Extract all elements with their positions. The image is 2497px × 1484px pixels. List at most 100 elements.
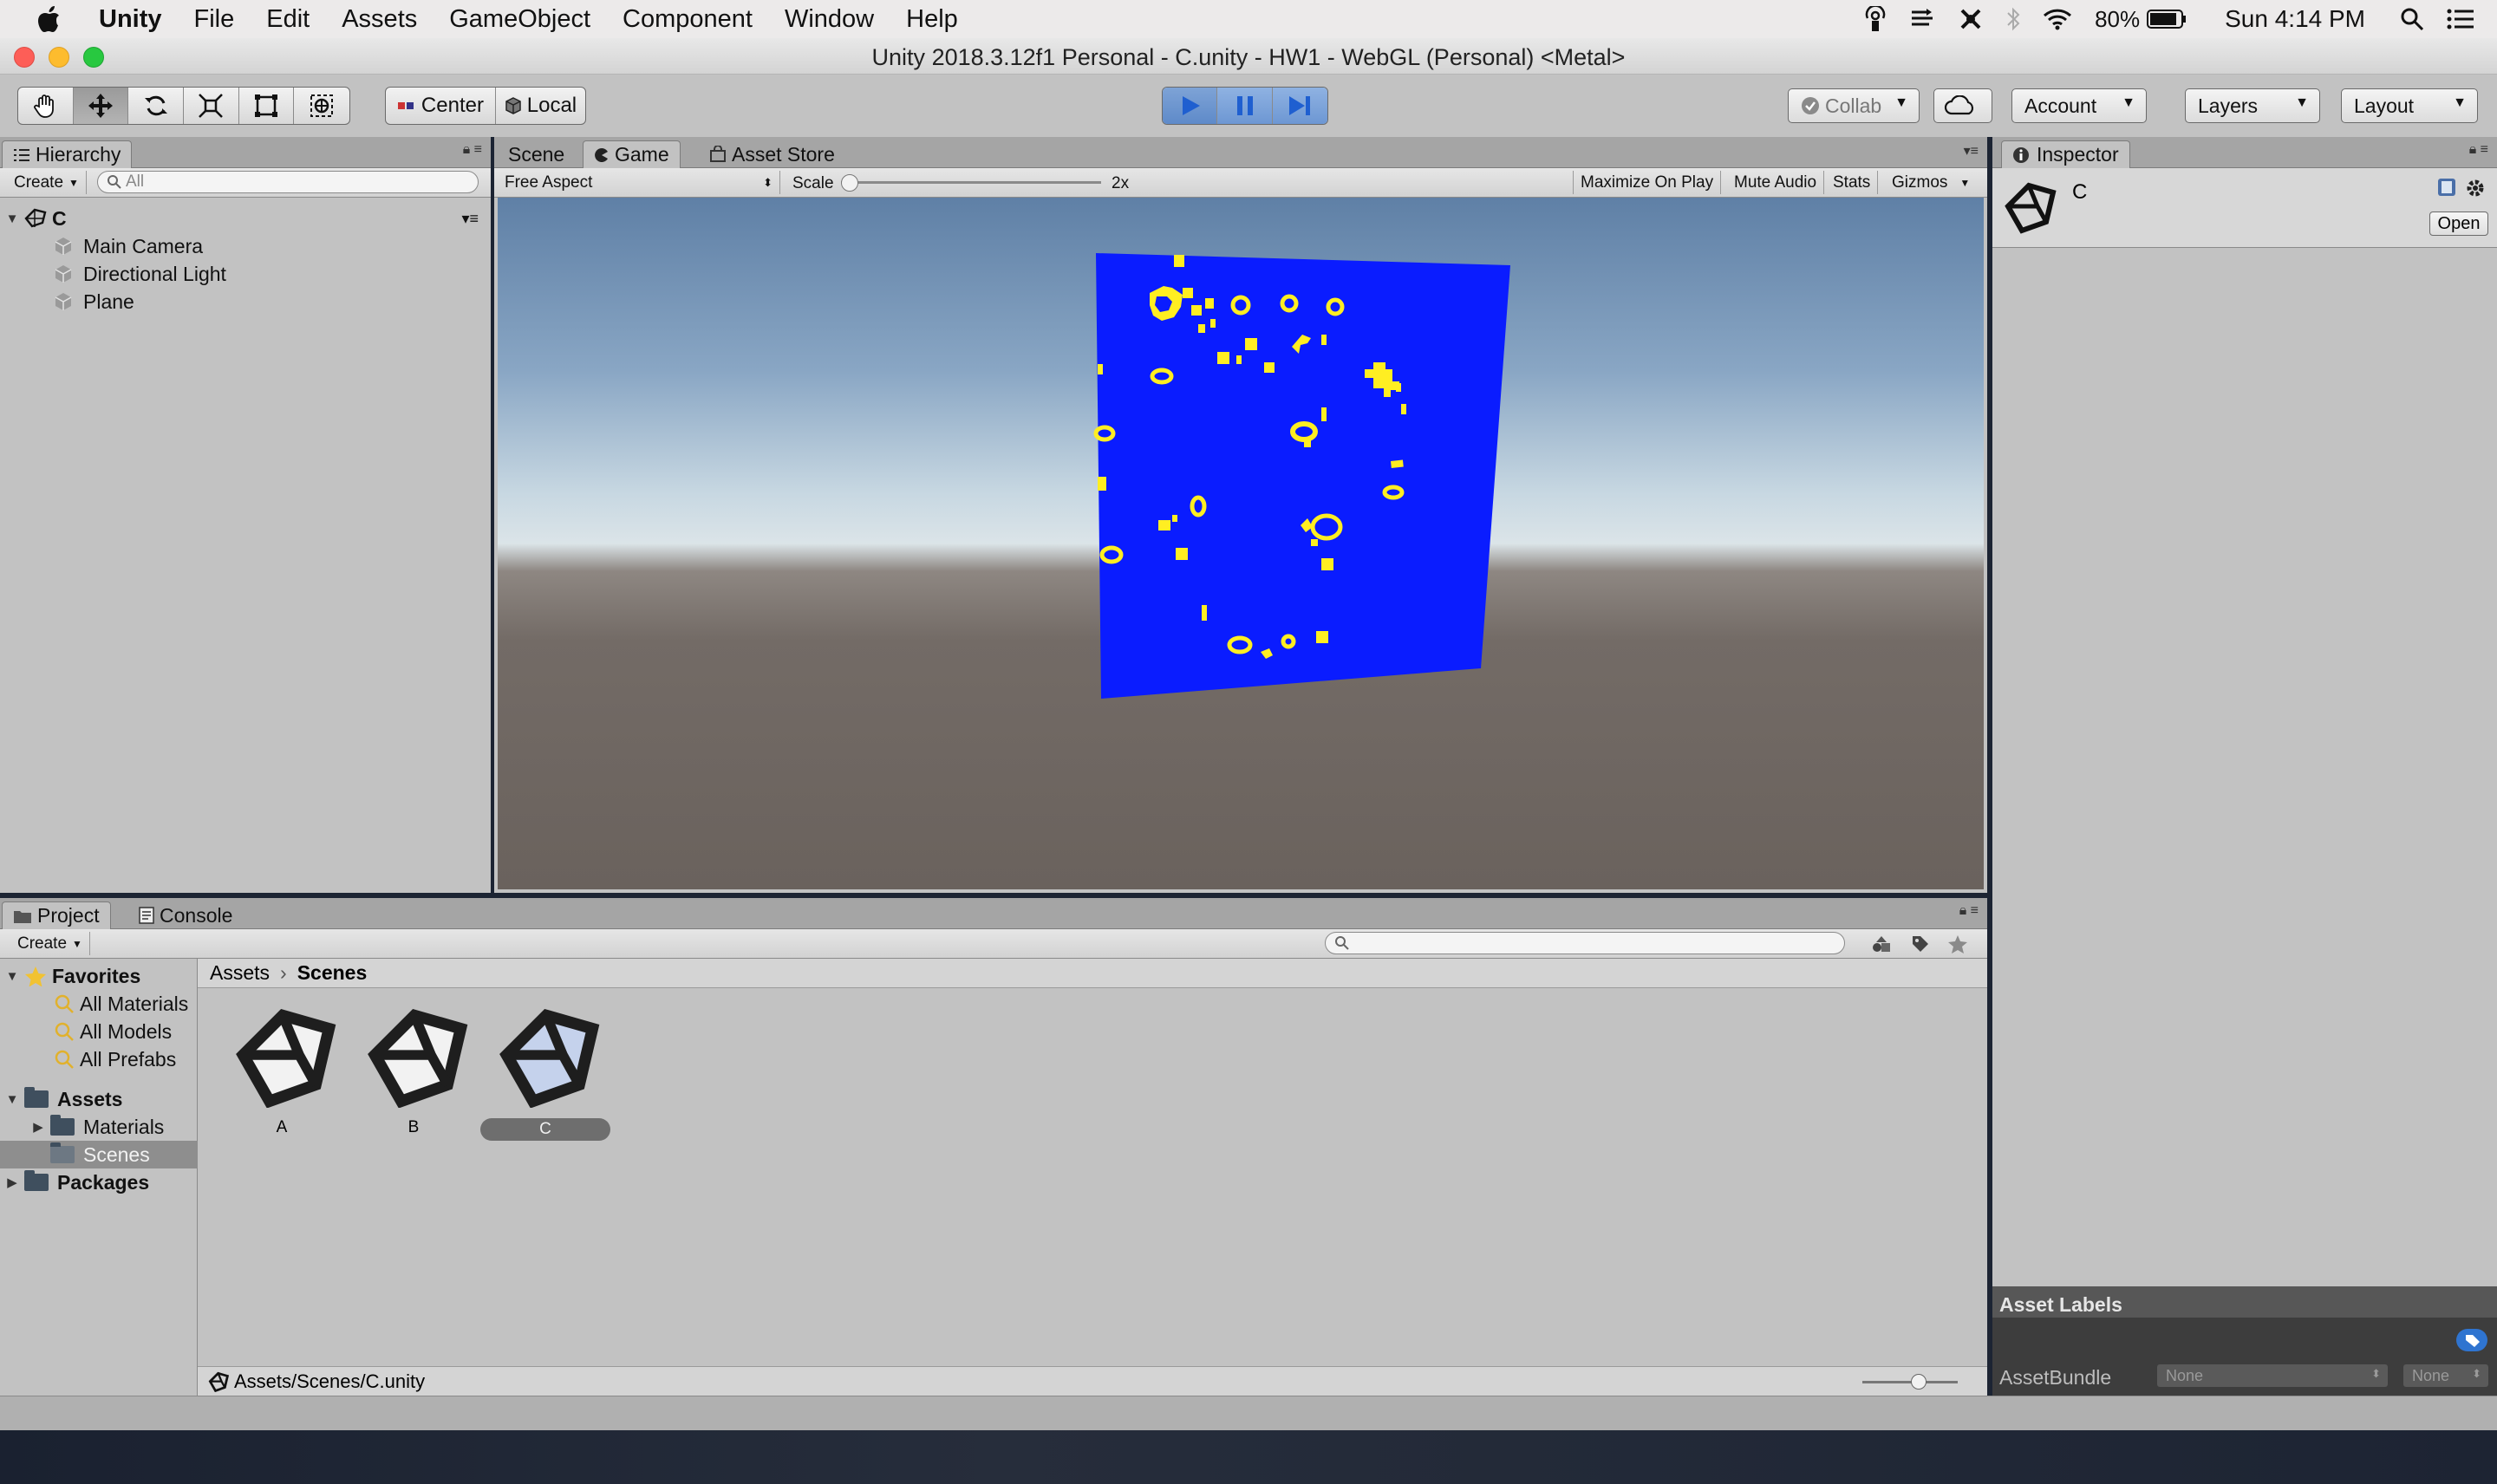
menu-file[interactable]: File (194, 5, 235, 34)
expand-arrow-icon[interactable]: ▶ (31, 1119, 45, 1135)
file-scene-b[interactable]: B (357, 1006, 479, 1179)
scene-menu-icon[interactable]: ▾≡ (461, 210, 479, 228)
pivot-toggles: Center Local (385, 87, 586, 125)
scene-root[interactable]: ▼ C ▾≡ (5, 205, 484, 232)
item-label: Materials (83, 1115, 165, 1138)
star-icon[interactable] (1947, 934, 1968, 954)
scale-slider-track[interactable] (841, 174, 1101, 192)
cloud-button[interactable] (1933, 88, 1992, 123)
assets-node[interactable]: ▼ Assets (5, 1085, 122, 1113)
maximize-on-play-toggle[interactable]: Maximize On Play (1573, 171, 1722, 194)
rect-tool-button[interactable] (239, 88, 295, 124)
apple-icon[interactable] (31, 5, 66, 33)
pivot-center-button[interactable]: Center (386, 88, 496, 124)
wifi-icon[interactable] (2043, 8, 2072, 30)
battery-icon[interactable] (2147, 10, 2187, 29)
rotate-tool-button[interactable] (128, 88, 185, 124)
stats-toggle[interactable]: Stats (1826, 171, 1879, 194)
hand-tool-button[interactable] (18, 88, 74, 124)
favorites-item-all-prefabs[interactable]: All Prefabs (54, 1045, 176, 1073)
panel-menu-icon[interactable]: ▾≡ (1964, 142, 1979, 159)
tab-console[interactable]: Console (128, 901, 243, 929)
hierarchy-item-directional-light[interactable]: Directional Light (54, 260, 226, 288)
favorites-item-all-materials[interactable]: All Materials (54, 990, 188, 1018)
transform-all-tool-button[interactable] (294, 88, 349, 124)
play-button[interactable] (1163, 88, 1218, 124)
step-button[interactable] (1272, 88, 1327, 124)
layers-dropdown[interactable]: Layers ▼ (2185, 88, 2320, 123)
chevron-down-icon: ▼ (72, 937, 82, 950)
pause-button[interactable] (1217, 88, 1273, 124)
assetbundle-dropdown[interactable]: None ⬍ (2157, 1364, 2388, 1387)
bluetooth-icon[interactable] (2006, 6, 2020, 32)
hierarchy-create-dropdown[interactable]: Create ▼ (7, 171, 87, 194)
game-viewport[interactable] (498, 198, 1984, 889)
rotate-icon (144, 95, 167, 116)
tab-inspector[interactable]: Inspector (2001, 140, 2130, 168)
search-icon (1335, 936, 1349, 950)
spotlight-search-icon[interactable] (2400, 7, 2424, 31)
hierarchy-item-plane[interactable]: Plane (54, 288, 134, 316)
lock-menu-icon[interactable]: 🔒︎ ≡ (463, 142, 482, 158)
expand-arrow-icon[interactable]: ▶ (5, 1175, 19, 1190)
layout-dropdown[interactable]: Layout ▼ (2341, 88, 2478, 123)
collab-dropdown[interactable]: Collab ▼ (1788, 88, 1920, 123)
favorites-item-all-models[interactable]: All Models (54, 1018, 172, 1045)
menu-edit[interactable]: Edit (266, 5, 310, 34)
tab-project[interactable]: Project (2, 901, 111, 929)
tag-icon[interactable] (2455, 1328, 2488, 1352)
file-scene-a[interactable]: A (225, 1006, 347, 1179)
project-create-dropdown[interactable]: Create ▼ (10, 932, 90, 955)
breadcrumb-current[interactable]: Scenes (297, 961, 368, 985)
gizmos-dropdown[interactable]: Gizmos ▼ (1885, 171, 1977, 194)
favorites-node[interactable]: ▼ Favorites (5, 962, 141, 990)
stack-icon[interactable] (1909, 7, 1935, 31)
book-help-icon[interactable] (2436, 177, 2457, 198)
icon-size-slider-thumb[interactable] (1911, 1374, 1927, 1390)
menu-app-name[interactable]: Unity (99, 5, 162, 34)
shopping-bag-icon (710, 146, 726, 162)
scale-tool-button[interactable] (184, 88, 239, 124)
clock[interactable]: Sun 4:14 PM (2225, 5, 2365, 33)
notification-center-icon[interactable] (2447, 8, 2474, 30)
menu-window[interactable]: Window (785, 5, 874, 34)
hierarchy-item-main-camera[interactable]: Main Camera (54, 232, 203, 260)
expand-arrow-icon[interactable]: ▼ (5, 1092, 19, 1107)
move-tool-button[interactable] (73, 88, 129, 124)
battery-percent: 80% (2095, 5, 2141, 32)
tab-scene[interactable]: Scene (498, 140, 575, 168)
tab-hierarchy[interactable]: Hierarchy (2, 140, 133, 168)
open-button[interactable]: Open (2429, 212, 2488, 236)
variant-dropdown[interactable]: None ⬍ (2403, 1364, 2488, 1387)
menu-help[interactable]: Help (906, 5, 958, 34)
icon-size-slider[interactable] (1862, 1374, 1958, 1390)
mute-audio-toggle[interactable]: Mute Audio (1727, 171, 1825, 194)
expand-arrow-icon[interactable]: ▼ (5, 969, 19, 984)
menu-assets[interactable]: Assets (342, 5, 417, 34)
menu-component[interactable]: Component (623, 5, 753, 34)
tab-game[interactable]: Game (583, 140, 681, 168)
tab-asset-store[interactable]: Asset Store (699, 140, 845, 168)
folder-scenes[interactable]: Scenes (0, 1141, 198, 1168)
menu-gameobject[interactable]: GameObject (449, 5, 590, 34)
airdrop-icon[interactable] (1864, 6, 1887, 32)
account-dropdown[interactable]: Account ▼ (2011, 88, 2147, 123)
filter-by-type-icon[interactable] (1871, 934, 1892, 954)
lock-menu-icon[interactable]: 🔒︎ ≡ (1959, 903, 1979, 919)
folder-materials[interactable]: ▶ Materials (31, 1113, 164, 1141)
project-tab-label: Project (37, 904, 100, 927)
file-scene-c-selected[interactable]: C (480, 1006, 619, 1179)
aspect-dropdown[interactable]: Free Aspect ⬍ (498, 171, 780, 194)
lock-menu-icon[interactable]: 🔒︎ ≡ (2469, 142, 2488, 158)
gear-icon[interactable] (2464, 177, 2487, 199)
project-search-input[interactable] (1325, 932, 1845, 954)
tools-icon[interactable] (1958, 6, 1984, 32)
packages-node[interactable]: ▶ Packages (5, 1168, 149, 1196)
hierarchy-search-input[interactable]: All (97, 171, 479, 193)
pivot-local-button[interactable]: Local (496, 88, 585, 124)
expand-arrow-icon[interactable]: ▼ (5, 212, 19, 226)
label-tag-icon[interactable] (1911, 934, 1930, 954)
scale-slider-thumb[interactable] (841, 174, 858, 192)
folder-icon (24, 1087, 49, 1108)
breadcrumb-root[interactable]: Assets (210, 961, 270, 985)
